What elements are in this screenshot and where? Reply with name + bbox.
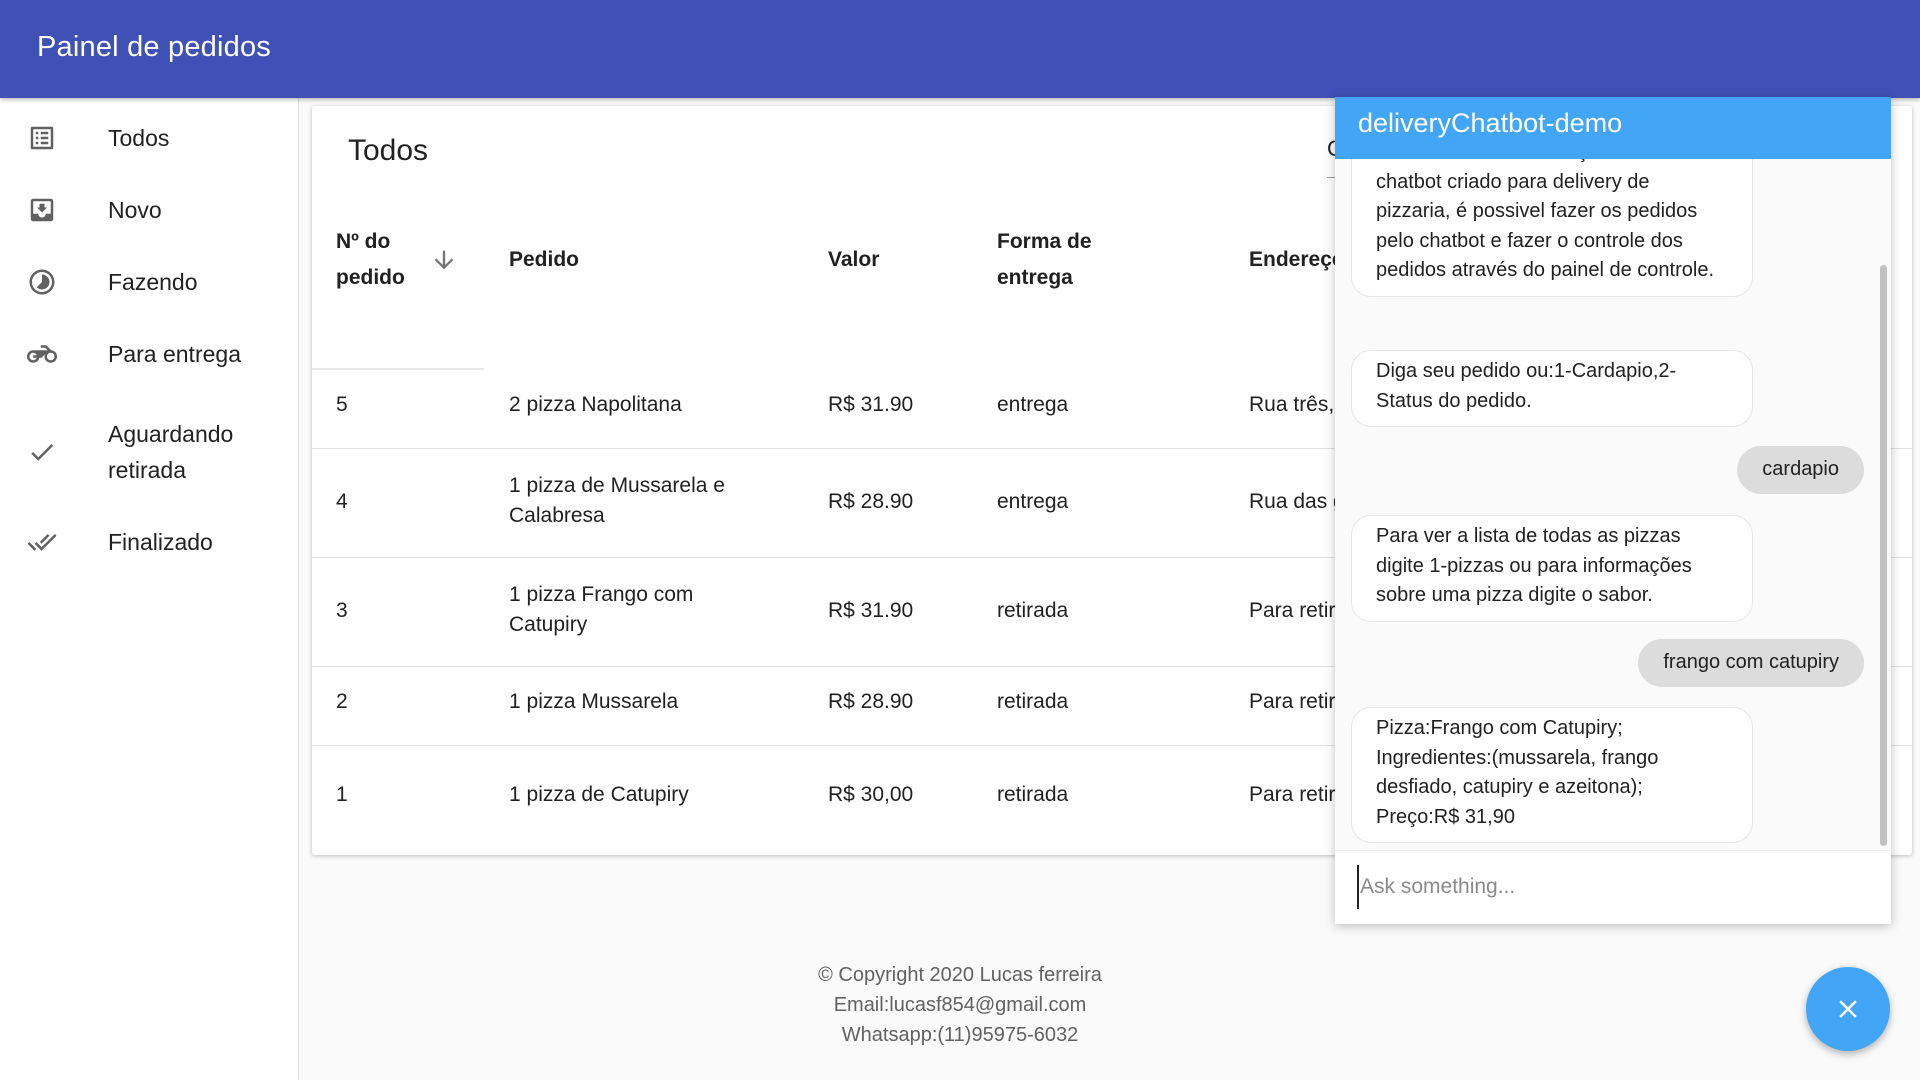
cell-value: R$ 31.90 [828,599,914,622]
cell-number: 4 [336,490,348,513]
footer: © Copyright 2020 Lucas ferreira Email:lu… [300,960,1620,1050]
sidebar-item-todos[interactable]: Todos [0,112,298,164]
cell-order: 2 pizza Napolitana [509,393,682,416]
motorcycle-icon [26,338,58,370]
chat-scrollbar[interactable] [1880,265,1887,846]
done-all-icon [26,526,58,558]
sidebar-item-label: Novo [108,197,162,223]
cell-address: Para retir [1249,690,1336,713]
sidebar-item-label: Para entrega [108,341,241,367]
cell-number: 3 [336,599,348,622]
chat-messages[interactable]: Esta é uma demonstração de um chatbot cr… [1335,159,1891,860]
sidebar-item-finalizado[interactable]: Finalizado [0,516,298,568]
column-header-address[interactable]: Endereço [1249,242,1345,278]
footer-whatsapp: Whatsapp:(11)95975-6032 [841,1024,1079,1046]
chat-input[interactable] [1357,865,1857,909]
column-header-delivery[interactable]: Forma de entrega [997,224,1107,296]
sidebar-item-label: Todos [108,125,170,151]
cell-delivery: retirada [997,690,1069,713]
cell-order: 1 pizza Mussarela [509,690,679,713]
app-title: Painel de pedidos [37,31,271,63]
cell-address: Rua três, [1249,393,1335,416]
user-message: frango com catupiry [1638,639,1864,687]
cell-number: 5 [336,393,348,416]
column-header-value[interactable]: Valor [828,242,879,278]
bot-message: Diga seu pedido ou:1-Cardapio,2-Status d… [1351,350,1753,427]
sidebar-item-fazendo[interactable]: Fazendo [0,256,298,308]
orders-title: Todos [348,134,429,167]
sidebar-item-para-entrega[interactable]: Para entrega [0,328,298,380]
sidebar-item-aguardando-retirada[interactable]: Aguardando retirada [0,416,298,488]
close-chat-button[interactable] [1806,967,1890,1051]
cell-address: Para retir [1249,783,1336,806]
cell-address: Para retir [1249,599,1336,622]
bot-message: Esta é uma demonstração de um chatbot cr… [1351,159,1753,297]
footer-email: Email:lucasf854@gmail.com [833,994,1087,1016]
cell-number: 2 [336,690,348,713]
timelapse-icon [26,266,58,298]
bot-message: Pizza:Frango com Catupiry; Ingredientes:… [1351,707,1753,843]
check-icon [26,436,58,468]
cell-value: R$ 28.90 [828,490,914,513]
cell-order: 1 pizza de Catupiry [509,783,689,806]
cell-delivery: entrega [997,393,1069,416]
cell-value: R$ 28.90 [828,690,914,713]
footer-copyright: © Copyright 2020 Lucas ferreira [818,964,1102,986]
bot-message: Para ver a lista de todas as pizzas digi… [1351,515,1753,622]
chat-header: deliveryChatbot-demo [1335,97,1891,159]
cell-value: R$ 30,00 [828,783,914,806]
inbox-download-icon [26,194,58,226]
sidebar-item-label: Aguardando retirada [108,421,234,483]
column-header-number[interactable]: Nº do pedido [336,224,432,296]
cell-order: 1 pizza de Mussarela e Calabresa [509,474,725,527]
cell-value: R$ 31.90 [828,393,914,416]
sidebar-item-novo[interactable]: Novo [0,184,298,236]
app-bar: Painel de pedidos [0,0,1920,98]
cell-delivery: retirada [997,783,1069,806]
cell-delivery: retirada [997,599,1069,622]
sidebar: Todos Novo Fazendo Para entrega Aguardan… [0,98,299,1080]
sidebar-item-label: Finalizado [108,529,213,555]
chat-input-bar [1335,850,1891,924]
column-header-order[interactable]: Pedido [509,242,579,278]
list-alt-icon [26,122,58,154]
user-message: cardapio [1737,446,1864,494]
chat-title: deliveryChatbot-demo [1358,108,1623,138]
cell-address: Rua das g [1249,490,1345,513]
arrow-down-icon[interactable] [430,246,458,274]
chatbot-panel: deliveryChatbot-demo Esta é uma demonstr… [1335,97,1891,924]
cell-number: 1 [336,783,348,806]
cell-delivery: entrega [997,490,1069,513]
cell-order: 1 pizza Frango com Catupiry [509,583,694,636]
close-icon [1839,1000,1857,1018]
sidebar-item-label: Fazendo [108,269,198,295]
